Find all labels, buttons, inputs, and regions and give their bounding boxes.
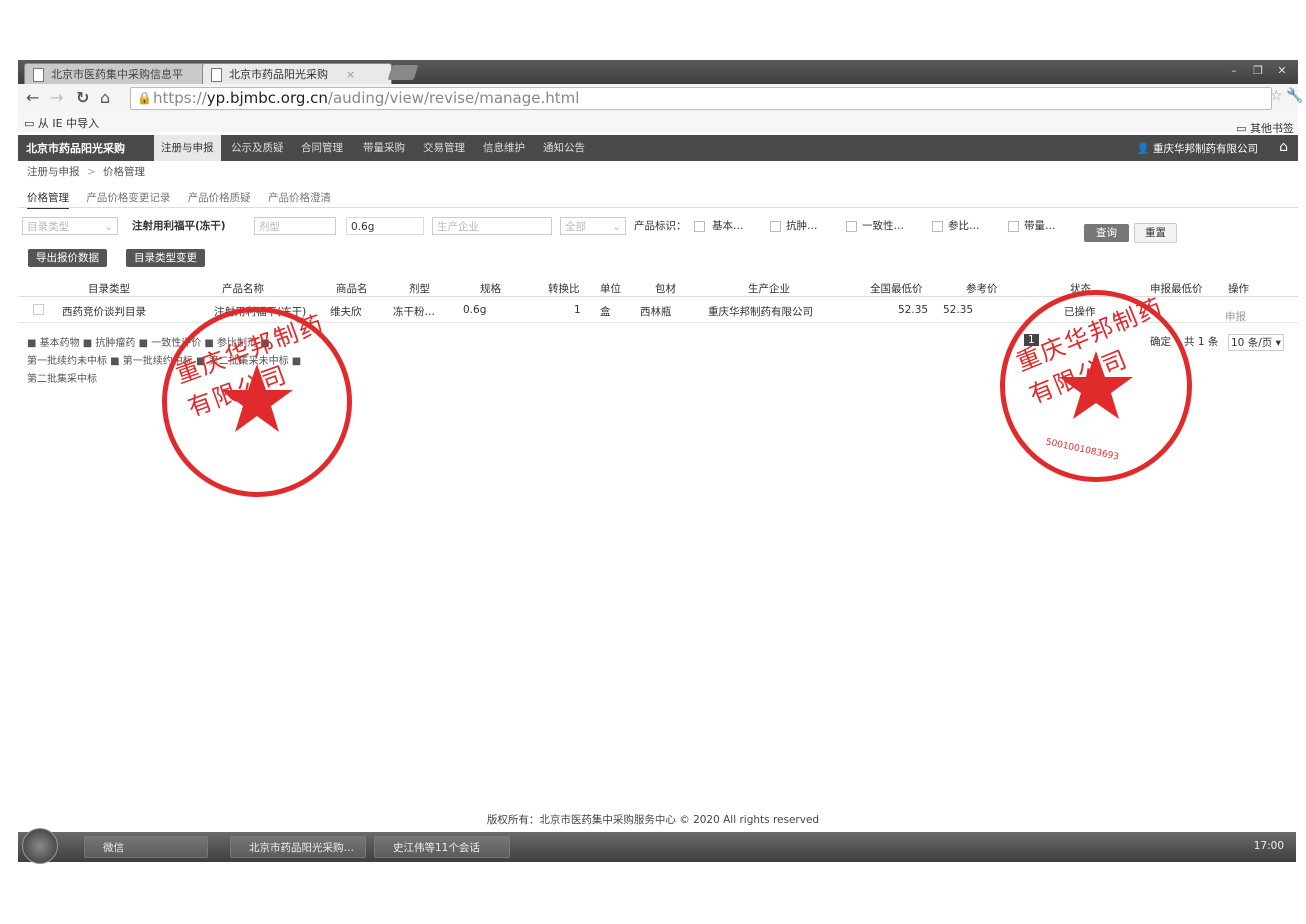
nav-contract[interactable]: 合同管理 xyxy=(294,135,350,161)
cell-ratio: 1 xyxy=(574,304,581,316)
page-icon xyxy=(211,68,222,82)
cell-manufacturer: 重庆华邦制药有限公司 xyxy=(708,306,813,318)
task-chat[interactable]: 史江伟等11个会话 xyxy=(374,836,510,858)
col-ratio: 转换比 xyxy=(548,283,580,295)
close-tab-icon[interactable]: × xyxy=(346,68,355,81)
legend-line-3: 第二批集采中标 xyxy=(27,374,97,385)
divider xyxy=(18,207,1298,208)
col-spec: 规格 xyxy=(480,283,501,295)
marker-checkbox-reference[interactable] xyxy=(932,221,943,232)
col-product-name: 产品名称 xyxy=(222,283,264,295)
tab-price-dispute[interactable]: 产品价格质疑 xyxy=(188,192,251,204)
nav-info[interactable]: 信息维护 xyxy=(476,135,532,161)
tab-price-change-log[interactable]: 产品价格变更记录 xyxy=(86,192,170,204)
task-browser[interactable]: 北京市药品阳光采购… xyxy=(230,836,366,858)
address-bar[interactable]: 🔒 https://yp.bjmbc.org.cn/auding/view/re… xyxy=(130,87,1272,110)
url-text: https://yp.bjmbc.org.cn/auding/view/revi… xyxy=(153,89,580,107)
reset-button[interactable]: 重置 xyxy=(1134,223,1177,243)
tab-price-clarify[interactable]: 产品价格澄清 xyxy=(268,192,331,204)
page-icon xyxy=(33,68,44,82)
col-manufacturer: 生产企业 xyxy=(748,283,790,295)
back-icon[interactable]: ← xyxy=(26,88,39,107)
company-seal-left: 重庆华邦制药有限公司 xyxy=(162,307,352,497)
start-button[interactable] xyxy=(22,828,58,864)
cell-dosage-form: 冻干粉… xyxy=(393,306,435,318)
company-name[interactable]: 👤 重庆华邦制药有限公司 xyxy=(1137,141,1258,156)
subtabs: 价格管理 产品价格变更记录 产品价格质疑 产品价格澄清 xyxy=(27,190,345,209)
forward-icon[interactable]: → xyxy=(50,88,63,107)
col-dosage-form: 剂型 xyxy=(409,283,430,295)
row-checkbox[interactable] xyxy=(33,304,44,315)
reload-icon[interactable]: ↻ xyxy=(76,88,89,107)
marker-checkbox-consistency[interactable] xyxy=(846,221,857,232)
bookmark-other[interactable]: ▭ 其他书签 xyxy=(1236,120,1294,136)
marker-checkbox-tumor[interactable] xyxy=(770,221,781,232)
close-window-icon[interactable]: ✕ xyxy=(1270,63,1294,79)
col-reference-price: 参考价 xyxy=(966,283,998,295)
product-name-input[interactable]: 注射用利福平(冻干) xyxy=(128,217,246,235)
export-button[interactable]: 导出报价数据 xyxy=(28,249,107,267)
query-button[interactable]: 查询 xyxy=(1084,224,1129,242)
bookmarks-bar: ▭ 从 IE 中导入 ▭ 其他书签 xyxy=(18,112,1298,135)
star-icon[interactable]: ☆ xyxy=(1270,88,1283,104)
nav-notice[interactable]: 通知公告 xyxy=(536,135,592,161)
browser-tabstrip: 北京市医药集中采购信息平× 北京市药品阳光采购× – ❐ ✕ xyxy=(18,60,1298,85)
home-icon[interactable]: ⌂ xyxy=(1279,139,1288,155)
new-tab-button[interactable] xyxy=(387,65,419,80)
col-catalog-type: 目录类型 xyxy=(88,283,130,295)
col-unit: 单位 xyxy=(600,283,621,295)
cell-unit: 盒 xyxy=(600,306,611,318)
browser-toolbar: ← → ↻ ⌂ 🔒 https://yp.bjmbc.org.cn/auding… xyxy=(18,84,1303,113)
col-national-min: 全国最低价 xyxy=(870,283,923,295)
col-action: 操作 xyxy=(1228,283,1249,295)
home-icon[interactable]: ⌂ xyxy=(100,88,110,107)
catalog-type-select[interactable]: 目录类型 ⌄ xyxy=(22,217,118,235)
brand-logo: 北京市药品阳光采购 xyxy=(26,142,125,155)
company-seal-right: 重庆华邦制药有限公司 5001001083693 xyxy=(1000,290,1192,482)
dosage-form-input[interactable]: 剂型 xyxy=(254,217,336,235)
nav-register[interactable]: 注册与申报 xyxy=(154,135,221,161)
spec-input[interactable]: 0.6g xyxy=(346,217,424,235)
marker-checkbox-basic[interactable] xyxy=(694,221,705,232)
restore-icon[interactable]: ❐ xyxy=(1246,63,1270,79)
nav-publicity[interactable]: 公示及质疑 xyxy=(224,135,291,161)
browser-tab-2[interactable]: 北京市药品阳光采购 × xyxy=(202,63,392,85)
cell-package: 西林瓶 xyxy=(640,306,672,318)
col-package: 包材 xyxy=(655,283,676,295)
wrench-icon[interactable]: 🔧 xyxy=(1286,88,1303,104)
status-select[interactable]: 全部 ⌄ xyxy=(560,217,626,235)
breadcrumb: 注册与申报 > 价格管理 xyxy=(27,166,145,178)
cell-spec: 0.6g xyxy=(463,304,487,316)
app-header: 北京市药品阳光采购 注册与申报 公示及质疑 合同管理 带量采购 交易管理 信息维… xyxy=(18,135,1298,161)
lock-icon: 🔒 xyxy=(137,91,152,105)
cell-reference-price: 52.35 xyxy=(943,304,974,316)
copyright-footer: 版权所有：北京市医药集中采购服务中心 © 2020 All rights res… xyxy=(486,814,820,826)
manufacturer-input[interactable]: 生产企业 xyxy=(432,217,552,235)
nav-volume[interactable]: 带量采购 xyxy=(356,135,412,161)
col-brand-name: 商品名 xyxy=(336,283,368,295)
nav-trade[interactable]: 交易管理 xyxy=(416,135,472,161)
browser-tab-1[interactable]: 北京市医药集中采购信息平× xyxy=(24,63,224,85)
marker-checkbox-volume[interactable] xyxy=(1008,221,1019,232)
taskbar: 微信 北京市药品阳光采购… 史江伟等11个会话 17:00 xyxy=(18,828,1296,864)
bookmark-import[interactable]: ▭ 从 IE 中导入 xyxy=(24,115,99,131)
per-page-select[interactable]: 10 条/页 ▾ xyxy=(1228,334,1284,351)
tray-clock[interactable]: 17:00 xyxy=(1254,840,1284,852)
minimize-icon[interactable]: – xyxy=(1222,63,1246,79)
task-wechat[interactable]: 微信 xyxy=(84,836,208,858)
cell-catalog-type: 西药竞价谈判目录 xyxy=(62,306,146,318)
change-type-button[interactable]: 目录类型变更 xyxy=(126,249,205,267)
marker-label: 产品标识： xyxy=(634,220,687,232)
cell-national-min: 52.35 xyxy=(898,304,929,316)
